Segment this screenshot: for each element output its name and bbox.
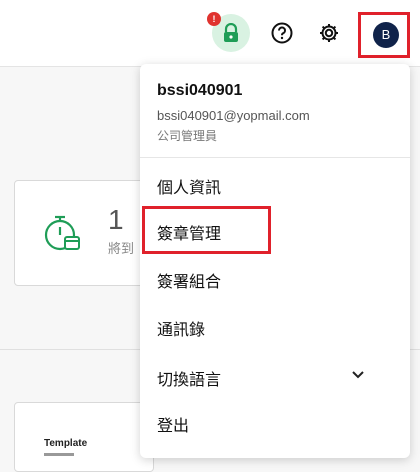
- menu-divider: [140, 157, 410, 158]
- menu-item-profile[interactable]: 個人資訊: [157, 174, 221, 198]
- menu-item-signing-groups[interactable]: 簽署組合: [157, 268, 221, 292]
- menu-item-switch-language[interactable]: 切換語言: [157, 366, 221, 390]
- gear-icon: [320, 24, 338, 42]
- menu-username: bssi040901: [157, 82, 243, 99]
- stat-label: 將到: [108, 241, 135, 256]
- template-subtitle-placeholder: [44, 453, 74, 456]
- menu-role: 公司管理員: [157, 129, 218, 143]
- signature-management-highlight: [142, 206, 271, 254]
- top-bar: [0, 0, 420, 67]
- menu-email: bssi040901@yopmail.com: [157, 108, 310, 123]
- notification-badge: !: [207, 12, 221, 26]
- template-label: Template: [44, 438, 88, 449]
- stat-number: 1: [108, 204, 124, 235]
- settings-button[interactable]: [310, 14, 348, 52]
- timer-calendar-icon: [44, 215, 80, 251]
- help-icon: [271, 22, 293, 44]
- lock-icon: [224, 23, 238, 42]
- avatar[interactable]: B: [373, 22, 399, 48]
- help-button[interactable]: [263, 14, 301, 52]
- chevron-down-icon[interactable]: [350, 367, 366, 383]
- menu-item-contacts[interactable]: 通訊錄: [157, 316, 205, 340]
- menu-item-logout[interactable]: 登出: [157, 412, 189, 436]
- stat-card[interactable]: [14, 180, 154, 286]
- user-menu: [140, 64, 410, 458]
- template-card[interactable]: [14, 402, 154, 472]
